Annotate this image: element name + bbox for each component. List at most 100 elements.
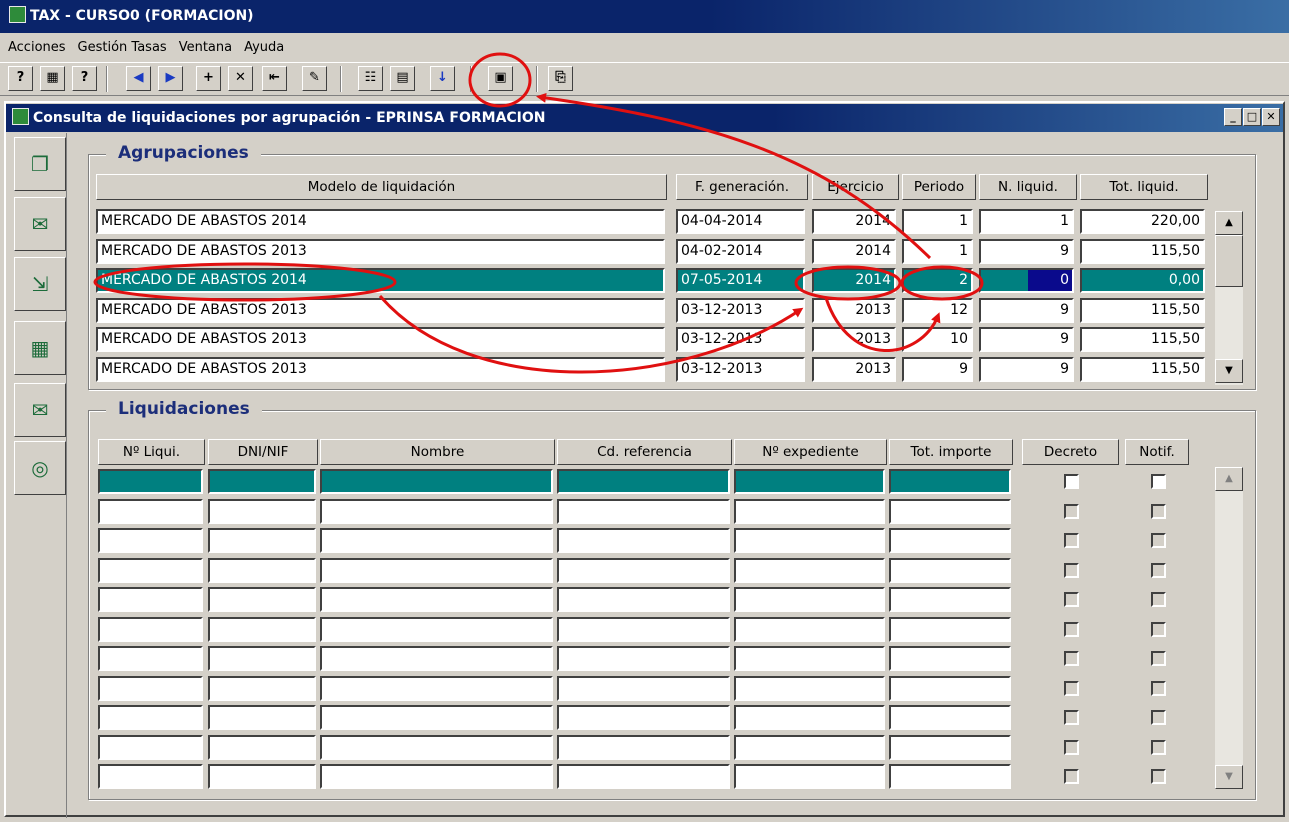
decreto-checkbox[interactable] — [1064, 592, 1079, 607]
decreto-checkbox[interactable] — [1064, 769, 1079, 784]
liq-header-1[interactable]: DNI/NIF — [208, 439, 318, 465]
agr-cell-total[interactable]: 0,00 — [1080, 268, 1205, 293]
liq-cell[interactable] — [734, 616, 885, 642]
liq-cell[interactable] — [208, 675, 316, 701]
liq-cell[interactable] — [889, 557, 1011, 583]
liq-cell[interactable] — [734, 469, 885, 494]
liq-cell[interactable] — [889, 646, 1011, 671]
liq-cell[interactable] — [98, 646, 203, 671]
liq-cell[interactable] — [98, 764, 203, 789]
agr-header-2[interactable]: Ejercicio — [812, 174, 899, 200]
liq-cell[interactable] — [557, 498, 730, 524]
agr-cell-nliq[interactable]: 1 — [979, 209, 1074, 234]
liq-cell[interactable] — [208, 469, 316, 494]
liq-header-0[interactable]: Nº Liqui. — [98, 439, 205, 465]
agr-cell-ejercicio[interactable]: 2014 — [812, 268, 896, 293]
liq-cell[interactable] — [208, 587, 316, 612]
scroll-down-button[interactable]: ▼ — [1215, 359, 1243, 383]
agr-cell-periodo[interactable]: 1 — [902, 209, 973, 234]
notif-checkbox[interactable] — [1151, 739, 1166, 755]
liq-header-4[interactable]: Nº expediente — [734, 439, 887, 465]
agr-cell-nliq[interactable]: 9 — [979, 297, 1074, 323]
notif-checkbox[interactable] — [1151, 651, 1166, 666]
menu-item-1[interactable]: Gestión Tasas — [78, 40, 167, 55]
liq-cell[interactable] — [320, 587, 553, 612]
liq-cell[interactable] — [98, 705, 203, 730]
agr-cell-modelo[interactable]: MERCADO DE ABASTOS 2013 — [96, 297, 665, 323]
agr-cell-fecha[interactable]: 03-12-2013 — [676, 297, 805, 323]
agr-cell-nliq[interactable]: 9 — [979, 238, 1074, 264]
liq-cell[interactable] — [734, 498, 885, 524]
edit-button[interactable]: ✎ — [302, 66, 327, 91]
maximize-button[interactable]: □ — [1243, 108, 1261, 126]
agr-cell-fecha[interactable]: 07-05-2014 — [676, 268, 805, 293]
agr-header-0[interactable]: Modelo de liquidación — [96, 174, 667, 200]
agr-cell-total[interactable]: 115,50 — [1080, 297, 1205, 323]
count-button[interactable]: ? — [72, 66, 97, 91]
print-mail-button[interactable]: ✉ — [14, 197, 66, 251]
liq-cell[interactable] — [208, 498, 316, 524]
agr-cell-ejercicio[interactable]: 2013 — [812, 356, 896, 382]
decreto-checkbox[interactable] — [1064, 503, 1079, 519]
agr-cell-modelo[interactable]: MERCADO DE ABASTOS 2013 — [96, 327, 665, 352]
liq-cell[interactable] — [734, 764, 885, 789]
liq-cell[interactable] — [889, 528, 1011, 553]
download-button[interactable]: ↓ — [430, 66, 455, 91]
liq-cell[interactable] — [98, 734, 203, 760]
calculator-button[interactable]: ▦ — [14, 321, 66, 375]
liq-cell[interactable] — [320, 469, 553, 494]
liq-cell[interactable] — [557, 705, 730, 730]
notif-checkbox[interactable] — [1151, 562, 1166, 578]
liq-cell[interactable] — [98, 616, 203, 642]
delete-record-button[interactable]: ✕ — [228, 66, 253, 91]
duplicate-button[interactable]: ⇤ — [262, 66, 287, 91]
agr-cell-modelo[interactable]: MERCADO DE ABASTOS 2013 — [96, 238, 665, 264]
liq-cell[interactable] — [98, 528, 203, 553]
notif-checkbox[interactable] — [1151, 680, 1166, 696]
agr-cell-ejercicio[interactable]: 2013 — [812, 297, 896, 323]
liq-cell[interactable] — [208, 764, 316, 789]
liq-cell[interactable] — [320, 705, 553, 730]
agr-header-3[interactable]: Periodo — [902, 174, 976, 200]
agr-cell-ejercicio[interactable]: 2013 — [812, 327, 896, 352]
notif-checkbox[interactable] — [1151, 621, 1166, 637]
liq-cell[interactable] — [208, 734, 316, 760]
liq-cell[interactable] — [557, 469, 730, 494]
mail-button[interactable]: ✉ — [14, 383, 66, 437]
decreto-checkbox[interactable] — [1064, 562, 1079, 578]
liq-cell[interactable] — [889, 734, 1011, 760]
liq-cell[interactable] — [889, 675, 1011, 701]
liq-header-3[interactable]: Cd. referencia — [557, 439, 732, 465]
decreto-checkbox[interactable] — [1064, 533, 1079, 548]
liq-cell[interactable] — [320, 557, 553, 583]
agr-cell-fecha[interactable]: 03-12-2013 — [676, 356, 805, 382]
liq-cell[interactable] — [889, 498, 1011, 524]
exit-door-button[interactable]: ⎘ — [548, 66, 573, 91]
query-button[interactable]: ? — [8, 66, 33, 91]
liq-cell[interactable] — [320, 528, 553, 553]
decreto-checkbox[interactable] — [1064, 474, 1079, 489]
liq-cell[interactable] — [208, 616, 316, 642]
agr-cell-total[interactable]: 115,50 — [1080, 327, 1205, 352]
agr-cell-nliq[interactable]: 9 — [979, 327, 1074, 352]
agr-cell-modelo[interactable]: MERCADO DE ABASTOS 2013 — [96, 356, 665, 382]
notif-checkbox[interactable] — [1151, 474, 1166, 489]
liq-cell[interactable] — [734, 646, 885, 671]
agr-cell-nliq[interactable]: 9 — [979, 356, 1074, 382]
liq-cell[interactable] — [557, 734, 730, 760]
agr-header-1[interactable]: F. generación. — [676, 174, 808, 200]
decreto-checkbox[interactable] — [1064, 621, 1079, 637]
menu-item-3[interactable]: Ayuda — [244, 40, 284, 55]
menu-item-2[interactable]: Ventana — [179, 40, 232, 55]
liq-cell[interactable] — [734, 528, 885, 553]
liq-cell[interactable] — [98, 587, 203, 612]
liq-cell[interactable] — [320, 734, 553, 760]
agr-cell-periodo[interactable]: 9 — [902, 356, 973, 382]
document-button[interactable]: ▤ — [390, 66, 415, 91]
list-button[interactable]: ☷ — [358, 66, 383, 91]
save-button[interactable]: ▣ — [488, 66, 513, 91]
agr-cell-total[interactable]: 115,50 — [1080, 238, 1205, 264]
liq-cell[interactable] — [889, 705, 1011, 730]
close-button[interactable]: ✕ — [1262, 108, 1280, 126]
insert-record-button[interactable]: + — [196, 66, 221, 91]
